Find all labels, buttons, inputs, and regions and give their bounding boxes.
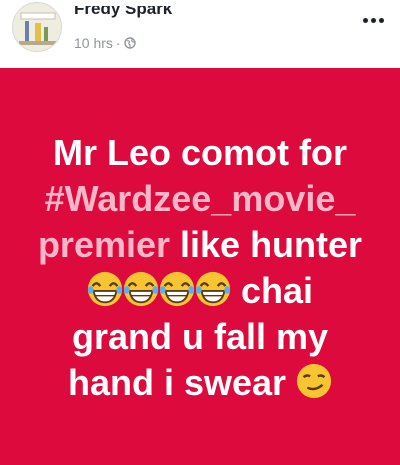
post-background: Mr Leo comot for #Wardzee_movie_ premier… <box>0 68 400 465</box>
more-icon <box>363 18 368 23</box>
laughing-emoji-icon <box>195 271 231 307</box>
laughing-emoji-icon <box>159 271 195 307</box>
more-icon-dot <box>371 18 376 23</box>
meta-separator: · <box>115 35 121 51</box>
post-text-fragment: like hunter <box>170 224 363 265</box>
smirk-emoji-icon <box>296 363 332 399</box>
more-icon-dot <box>379 18 384 23</box>
globe-icon[interactable] <box>123 37 136 49</box>
post-text-line: premier like hunter <box>0 222 400 268</box>
post-text-line: grand u fall my <box>71 316 329 357</box>
post-text: Mr Leo comot for #Wardzee_movie_ premier… <box>0 130 400 406</box>
post-text-line: chai <box>0 268 400 314</box>
avatar[interactable] <box>12 2 62 52</box>
more-options-button[interactable] <box>363 18 384 23</box>
hashtag-link-continued[interactable]: premier <box>38 224 170 265</box>
post-header: Fredy Spark 10 hrs · <box>0 0 400 68</box>
avatar-image <box>13 3 61 51</box>
post-text-line: #Wardzee_movie_ <box>0 176 400 222</box>
post-text-fragment: chai <box>230 270 314 311</box>
post-meta: 10 hrs · <box>74 35 136 51</box>
author-name[interactable]: Fredy Spark <box>74 6 172 18</box>
post-text-fragment: hand i swear <box>67 362 297 403</box>
post-time[interactable]: 10 hrs <box>74 35 113 51</box>
laughing-emoji-icon <box>123 271 159 307</box>
laughing-emoji-icon <box>87 271 123 307</box>
post-text-line: Mr Leo comot for <box>53 132 347 173</box>
hashtag-link[interactable]: #Wardzee_movie_ <box>45 178 356 219</box>
post-text-line: hand i swear <box>0 360 400 406</box>
